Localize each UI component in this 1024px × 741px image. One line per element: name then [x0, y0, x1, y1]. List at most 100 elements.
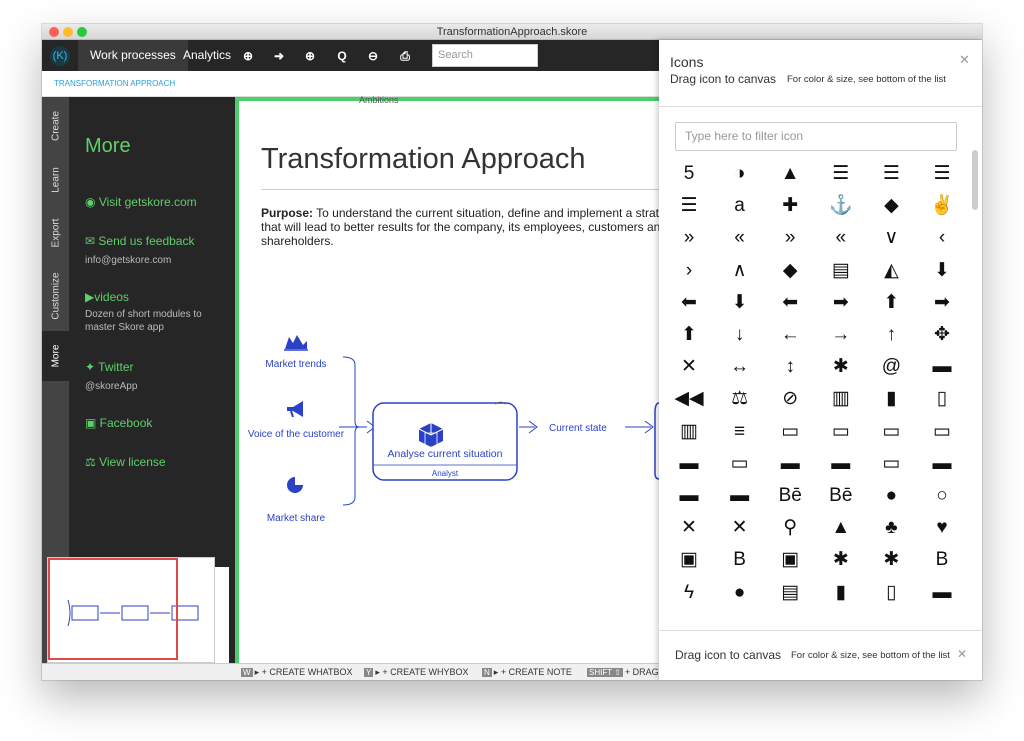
ban-icon[interactable]: ⊘ [773, 385, 807, 413]
play-icon[interactable]: ➜ [270, 47, 288, 65]
arrow-circle-left-icon[interactable]: ⬅ [672, 289, 706, 317]
angle-double-up-icon[interactable]: « [824, 224, 858, 252]
bar-chart-o-icon[interactable]: ▯ [925, 385, 959, 413]
at-icon[interactable]: @ [874, 353, 908, 381]
bars-icon[interactable]: ≡ [723, 418, 757, 446]
align-right-icon[interactable]: ☰ [672, 192, 706, 220]
twitter-link[interactable]: ✦ Twitter [85, 360, 134, 374]
angellist-icon[interactable]: ✌ [925, 192, 959, 220]
align-center-icon[interactable]: ☰ [824, 160, 858, 188]
pie-chart-icon[interactable] [287, 475, 305, 493]
minimize-window-button[interactable] [63, 27, 73, 37]
angle-up-icon[interactable]: ∧ [723, 257, 757, 285]
arrows-h-icon[interactable]: ↔ [723, 353, 757, 381]
minimap[interactable] [47, 557, 215, 663]
archive-icon[interactable]: ▤ [824, 257, 858, 285]
bed-icon[interactable]: ▬ [672, 482, 706, 510]
minimap-viewport[interactable] [48, 558, 178, 660]
bluetooth-b-icon[interactable]: ✱ [874, 546, 908, 574]
bar-chart-icon[interactable]: ▮ [874, 385, 908, 413]
arrow-right-icon[interactable]: → [824, 321, 858, 349]
close-icon[interactable]: ✕ [959, 52, 970, 68]
arrow-up-icon[interactable]: ↑ [874, 321, 908, 349]
view-license-link[interactable]: ⚖ View license [85, 455, 166, 469]
maximize-window-button[interactable] [77, 27, 87, 37]
process-canvas[interactable]: Ambitions Transformation Approach Purpos… [235, 95, 678, 680]
anchor-icon[interactable]: ⚓ [824, 192, 858, 220]
tab-customize[interactable]: Customize [42, 261, 69, 331]
visit-website-link[interactable]: ◉ Visit getskore.com [85, 195, 197, 209]
angle-right-icon[interactable]: › [672, 257, 706, 285]
arrow-circle-o-right-icon[interactable]: ➡ [824, 289, 858, 317]
birthday-cake-icon[interactable]: ♣ [874, 514, 908, 542]
zoom-fit-icon[interactable]: ⊕ [239, 47, 257, 65]
angle-double-left-icon[interactable]: « [723, 224, 757, 252]
tab-export[interactable]: Export [42, 205, 69, 261]
zoom-out-icon[interactable]: ⊖ [364, 47, 382, 65]
align-left-icon[interactable]: ☰ [925, 160, 959, 188]
area-chart-icon[interactable]: ◭ [874, 257, 908, 285]
battery-1-icon[interactable]: ▭ [874, 450, 908, 478]
bell-slash-o-icon[interactable]: ✕ [723, 514, 757, 542]
battery-three-quarters-icon[interactable]: ▭ [925, 418, 959, 446]
bell-o-icon[interactable]: ○ [925, 482, 959, 510]
battery-empty-icon[interactable]: ▭ [773, 418, 807, 446]
bicycle-icon[interactable]: ⚲ [773, 514, 807, 542]
footer-close-icon[interactable]: ✕ [957, 647, 967, 661]
align-justify-icon[interactable]: ☰ [874, 160, 908, 188]
icons-scrollbar[interactable] [972, 150, 978, 210]
balance-scale-icon[interactable]: ⚖ [723, 385, 757, 413]
backward-icon[interactable]: ◀◀ [672, 385, 706, 413]
bullhorn-icon[interactable] [287, 401, 303, 418]
book-icon[interactable]: ▤ [773, 579, 807, 607]
icon-filter-input[interactable]: Type here to filter icon [675, 122, 957, 151]
arrows-v-icon[interactable]: ↕ [773, 353, 807, 381]
tab-more[interactable]: More [42, 331, 69, 381]
arrow-left-icon[interactable]: ← [773, 321, 807, 349]
shortcut-create-whatbox[interactable]: W ▸ + CREATE WHATBOX [241, 667, 353, 678]
angle-double-down-icon[interactable]: » [672, 224, 706, 252]
angle-left-icon[interactable]: ‹ [925, 224, 959, 252]
android-icon[interactable]: ◆ [874, 192, 908, 220]
shortcut-drag[interactable]: SHIFT ⇧ + DRAG [587, 667, 659, 677]
whatbox-analyse-current-situation[interactable]: Analyse current situation Analyst ⌒ [372, 401, 518, 481]
arrow-circle-o-up-icon[interactable]: ⬆ [874, 289, 908, 317]
battery-4-icon[interactable]: ▬ [925, 450, 959, 478]
tab-analytics[interactable]: Analytics [171, 40, 243, 71]
adn-icon[interactable]: ▲ [773, 160, 807, 188]
shortcut-create-whybox[interactable]: Y ▸ + CREATE WHYBOX [364, 667, 468, 678]
bookmark-o-icon[interactable]: ▯ [874, 579, 908, 607]
battery-quarter-icon[interactable]: ▭ [824, 418, 858, 446]
adjust-icon[interactable]: ◑ [723, 160, 757, 188]
bitcoin-icon[interactable]: B [723, 546, 757, 574]
briefcase-icon[interactable]: ▬ [925, 579, 959, 607]
apple-icon[interactable]: ◆ [773, 257, 807, 285]
battery-half-icon[interactable]: ▭ [874, 418, 908, 446]
bell-icon[interactable]: ● [874, 482, 908, 510]
page-title[interactable]: Transformation Approach [261, 143, 586, 176]
output-current-state[interactable]: Current state [549, 423, 607, 434]
battery-2-icon[interactable]: ▬ [824, 450, 858, 478]
amazon-icon[interactable]: a [723, 192, 757, 220]
arrow-circle-down-icon[interactable]: ⬇ [925, 257, 959, 285]
arrows-icon[interactable]: ✥ [925, 321, 959, 349]
automobile-icon[interactable]: ▬ [925, 353, 959, 381]
close-window-button[interactable] [49, 27, 59, 37]
market-trends-icon[interactable] [284, 335, 308, 351]
angle-down-icon[interactable]: ∨ [874, 224, 908, 252]
battery-3-icon[interactable]: ▬ [773, 450, 807, 478]
skore-logo-icon[interactable]: (K) [50, 46, 70, 66]
zoom-icon[interactable]: Q [333, 47, 351, 65]
purpose-text[interactable]: Purpose: To understand the current situa… [261, 206, 681, 248]
arrow-circle-o-left-icon[interactable]: ⬅ [773, 289, 807, 317]
zoom-in-icon[interactable]: ⊕ [301, 47, 319, 65]
barcode-icon[interactable]: ▥ [672, 418, 706, 446]
angle-double-right-icon[interactable]: » [773, 224, 807, 252]
arrows-alt-icon[interactable]: ✕ [672, 353, 706, 381]
arrow-circle-o-down-icon[interactable]: ⬇ [723, 289, 757, 317]
500px-icon[interactable]: 5 [672, 160, 706, 188]
beer-icon[interactable]: ▬ [723, 482, 757, 510]
black-tie-icon[interactable]: ▣ [773, 546, 807, 574]
bluetooth-icon[interactable]: ✱ [824, 546, 858, 574]
binoculars-icon[interactable]: ▲ [824, 514, 858, 542]
